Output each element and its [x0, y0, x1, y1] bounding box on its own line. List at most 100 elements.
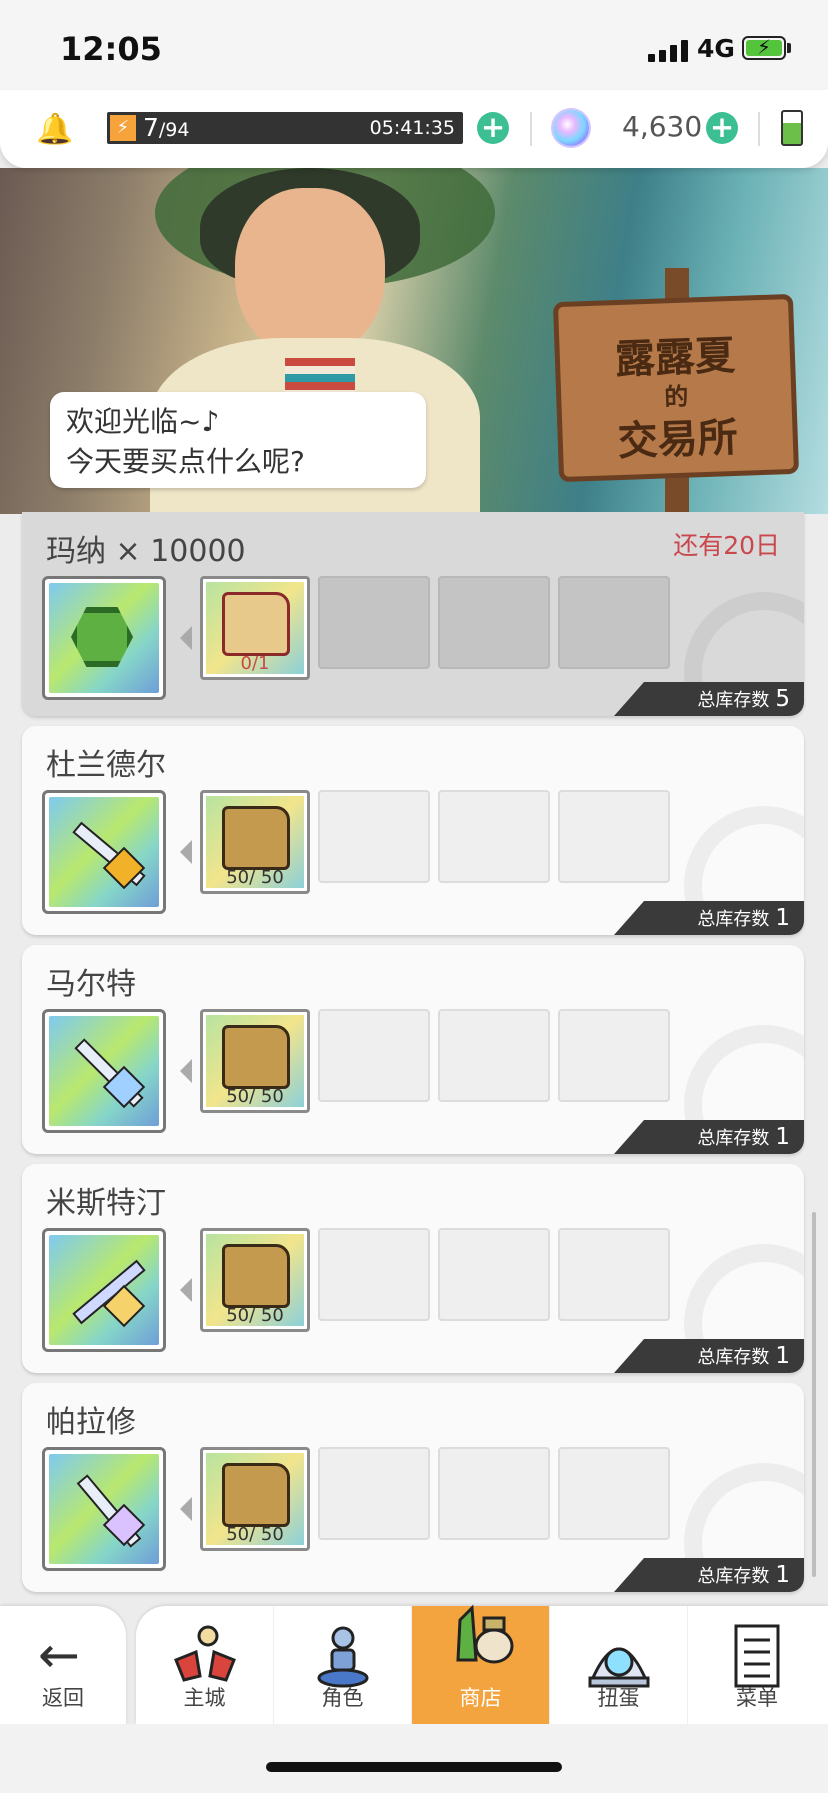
tab-menu[interactable]: 菜单: [688, 1606, 826, 1724]
status-time: 12:05: [60, 30, 162, 68]
trade-item[interactable]: 玛纳 × 10000 还有20日 0/1 总库存数 5: [22, 512, 804, 716]
sign-line-3: 交易所: [617, 413, 739, 466]
add-stamina-button[interactable]: +: [477, 112, 509, 144]
scroll-icon: [222, 1463, 290, 1527]
stock-badge: 总库存数 1: [614, 1339, 804, 1373]
network-type: 4G: [697, 34, 735, 63]
tab-label: 商店: [459, 1686, 502, 1710]
tab-label: 主城: [183, 1686, 226, 1710]
scrollbar[interactable]: [812, 1212, 816, 1577]
tab-label: 扭蛋: [597, 1686, 640, 1710]
divider: [530, 112, 532, 146]
item-name: 马尔特: [46, 967, 136, 1002]
reward-slot[interactable]: [42, 1447, 166, 1571]
material-count: 50/ 50: [226, 1524, 284, 1545]
home-indicator[interactable]: [266, 1762, 562, 1772]
empty-slot: [318, 1228, 430, 1321]
arrow-left-icon: [180, 626, 192, 650]
shop-sign: 露露夏 的 交易所: [552, 293, 800, 483]
divider: [758, 112, 760, 146]
trade-list: 玛纳 × 10000 还有20日 0/1 总库存数 5 杜兰德尔 50/ 50 总…: [22, 512, 804, 1602]
empty-slot: [558, 1009, 670, 1102]
tab-shop[interactable]: 商店: [412, 1604, 550, 1724]
empty-slot: [558, 790, 670, 883]
battery-icon: ⚡: [742, 35, 786, 60]
empty-slot: [438, 1009, 550, 1102]
nav-tabs: 主城 角色 商店 扭蛋 菜单: [136, 1604, 828, 1724]
arrow-left-icon: [180, 1278, 192, 1302]
bell-icon[interactable]: 🔔: [36, 112, 73, 147]
material-count: 50/ 50: [226, 867, 284, 888]
banner-character-face: [235, 188, 385, 358]
greeting-bubble: 欢迎光临~♪ 今天要买点什么呢?: [50, 392, 426, 488]
item-name: 玛纳 × 10000: [46, 534, 246, 569]
stock-badge: 总库存数 1: [614, 901, 804, 935]
material-count: 50/ 50: [226, 1305, 284, 1326]
material-slot[interactable]: 50/ 50: [200, 790, 310, 894]
reward-slot[interactable]: [42, 1228, 166, 1352]
tab-label: 角色: [321, 1686, 364, 1710]
back-label: 返回: [42, 1686, 84, 1710]
material-slot[interactable]: 0/1: [200, 576, 310, 680]
empty-slot: [318, 576, 430, 669]
back-arrow-icon: ←: [38, 1626, 80, 1684]
material-slot[interactable]: 50/ 50: [200, 1228, 310, 1332]
resource-bar: 🔔 ⚡ 7/94 05:41:35 + 4,630 +: [0, 90, 828, 168]
trade-item[interactable]: 杜兰德尔 50/ 50 总库存数 1: [22, 726, 804, 935]
item-name: 米斯特汀: [46, 1186, 166, 1221]
empty-slot: [438, 1228, 550, 1321]
tab-castle[interactable]: 主城: [136, 1606, 274, 1724]
home-indicator-area: [0, 1724, 828, 1793]
arrow-left-icon: [180, 1059, 192, 1083]
energy-battery-icon[interactable]: [781, 110, 803, 146]
gem-count: 4,630: [622, 110, 703, 143]
empty-slot: [318, 1009, 430, 1102]
menu-icon: [734, 1624, 780, 1688]
scroll-icon: [222, 1025, 290, 1089]
empty-slot: [318, 790, 430, 883]
scroll-icon: [222, 806, 290, 870]
empty-slot: [558, 1447, 670, 1540]
add-gems-button[interactable]: +: [706, 112, 738, 144]
signal-icon: [648, 38, 688, 62]
scroll-icon: [222, 1244, 290, 1308]
character-icon: [317, 1626, 369, 1688]
battery-tip: [787, 43, 791, 53]
material-slot[interactable]: 50/ 50: [200, 1447, 310, 1551]
item-remaining: 还有20日: [673, 531, 780, 560]
trade-item[interactable]: 马尔特 50/ 50 总库存数 1: [22, 945, 804, 1154]
trade-item[interactable]: 帕拉修 50/ 50 总库存数 1: [22, 1383, 804, 1592]
shop-banner: 露露夏 的 交易所 欢迎光临~♪ 今天要买点什么呢?: [0, 168, 828, 514]
arrow-left-icon: [180, 1497, 192, 1521]
empty-slot: [558, 576, 670, 669]
scroll-icon: [222, 592, 290, 656]
gem-orb-icon: [553, 110, 589, 146]
bottom-nav: ← 返回 主城 角色 商店 扭蛋 菜单: [0, 1604, 828, 1724]
stamina-value: 7/94: [143, 113, 190, 142]
reward-slot[interactable]: [42, 1009, 166, 1133]
green-gem-icon: [71, 607, 133, 667]
stock-badge: 总库存数 5: [614, 682, 804, 716]
tab-character[interactable]: 角色: [274, 1606, 412, 1724]
stamina-bar: ⚡ 7/94 05:41:35: [107, 112, 463, 144]
tab-gacha[interactable]: 扭蛋: [550, 1606, 688, 1724]
arrow-left-icon: [180, 840, 192, 864]
empty-slot: [438, 790, 550, 883]
item-name: 帕拉修: [46, 1405, 136, 1440]
empty-slot: [438, 576, 550, 669]
back-button[interactable]: ← 返回: [0, 1606, 126, 1724]
greeting-line-1: 欢迎光临~♪: [66, 405, 220, 438]
gacha-icon: [588, 1647, 650, 1688]
stamina-timer: 05:41:35: [369, 117, 455, 139]
empty-slot: [438, 1447, 550, 1540]
trade-item[interactable]: 米斯特汀 50/ 50 总库存数 1: [22, 1164, 804, 1373]
material-slot[interactable]: 50/ 50: [200, 1009, 310, 1113]
stamina-icon: ⚡: [110, 115, 136, 141]
empty-slot: [558, 1228, 670, 1321]
greeting-line-2: 今天要买点什么呢?: [66, 445, 305, 478]
tab-label: 菜单: [736, 1686, 778, 1710]
reward-slot[interactable]: [42, 790, 166, 914]
reward-slot[interactable]: [42, 576, 166, 700]
status-bar: 12:05 4G ⚡: [0, 0, 828, 100]
stock-badge: 总库存数 1: [614, 1120, 804, 1154]
